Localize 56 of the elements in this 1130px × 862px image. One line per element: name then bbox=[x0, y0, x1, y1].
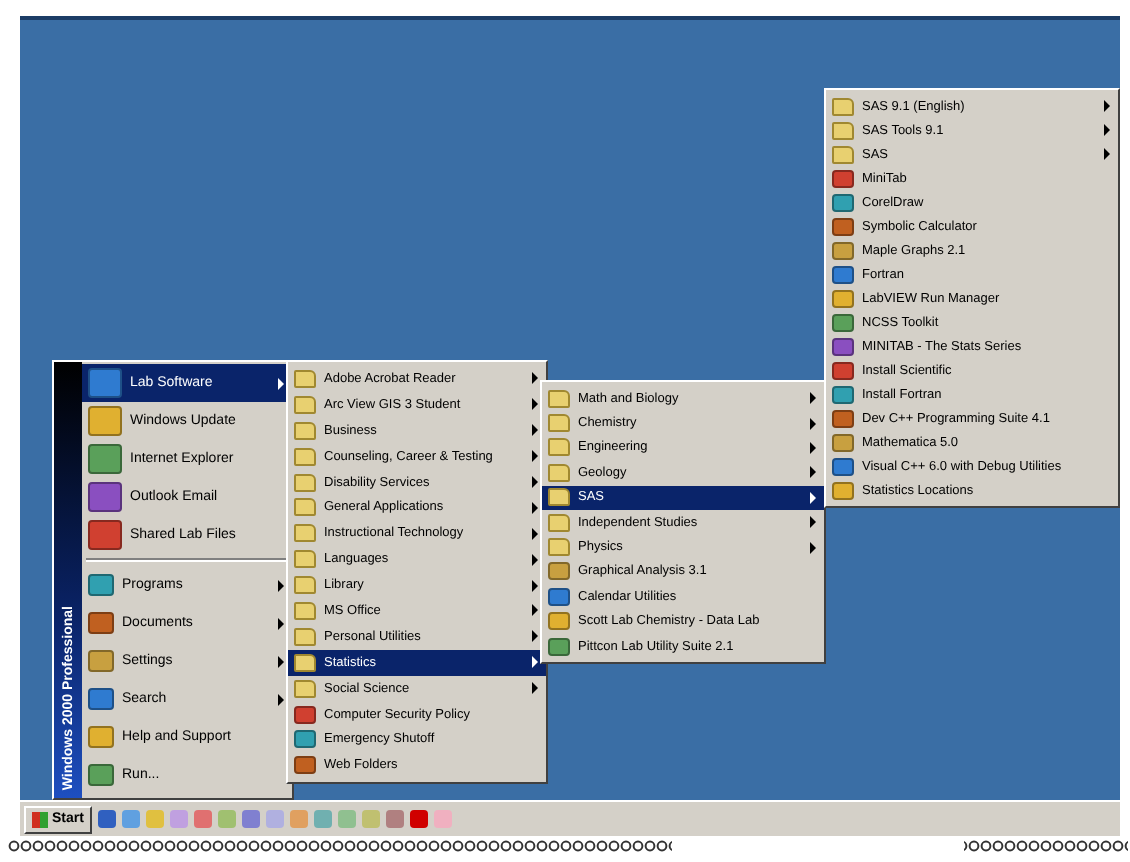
folder-icon bbox=[294, 447, 316, 466]
app-icon bbox=[832, 385, 854, 403]
app-icon bbox=[832, 313, 854, 331]
app-icon bbox=[294, 730, 316, 749]
folder-icon bbox=[548, 513, 570, 532]
folder-icon bbox=[294, 550, 316, 569]
folder-icon bbox=[294, 524, 316, 543]
folder-icon bbox=[548, 414, 570, 433]
app-icon bbox=[832, 337, 854, 355]
folder-icon bbox=[832, 145, 854, 163]
app-icon bbox=[88, 726, 114, 748]
folder-icon bbox=[294, 601, 316, 620]
app-icon bbox=[832, 265, 854, 283]
folder-icon bbox=[832, 121, 854, 139]
folder-icon bbox=[548, 463, 570, 482]
app-icon bbox=[832, 433, 854, 451]
folder-icon bbox=[548, 538, 570, 557]
app-icon bbox=[548, 587, 570, 606]
app-icon bbox=[832, 481, 854, 499]
app-icon bbox=[88, 688, 114, 710]
folder-icon bbox=[294, 679, 316, 698]
folder-icon bbox=[548, 488, 570, 507]
app-icon bbox=[832, 193, 854, 211]
folder-icon bbox=[294, 395, 316, 414]
app-icon bbox=[88, 520, 122, 550]
app-icon bbox=[88, 650, 114, 672]
folder-icon bbox=[294, 421, 316, 440]
app-icon bbox=[548, 612, 570, 631]
folder-icon bbox=[548, 438, 570, 457]
app-icon bbox=[88, 612, 114, 634]
folder-icon bbox=[294, 498, 316, 517]
app-icon bbox=[832, 169, 854, 187]
app-icon bbox=[294, 756, 316, 775]
app-icon bbox=[88, 574, 114, 596]
folder-icon bbox=[832, 97, 854, 115]
app-icon bbox=[832, 241, 854, 259]
app-icon bbox=[88, 368, 122, 398]
app-icon bbox=[88, 764, 114, 786]
folder-icon bbox=[294, 653, 316, 672]
app-icon bbox=[832, 457, 854, 475]
app-icon bbox=[294, 705, 316, 724]
app-icon bbox=[548, 562, 570, 581]
app-icon bbox=[88, 406, 122, 436]
folder-icon bbox=[548, 389, 570, 408]
app-icon bbox=[88, 482, 122, 512]
app-icon bbox=[832, 409, 854, 427]
app-icon bbox=[548, 637, 570, 656]
app-icon bbox=[88, 444, 122, 474]
app-icon bbox=[832, 289, 854, 307]
folder-icon bbox=[294, 576, 316, 595]
windows-flag-icon bbox=[32, 811, 48, 827]
app-icon bbox=[832, 361, 854, 379]
folder-icon bbox=[294, 473, 316, 491]
folder-icon bbox=[294, 627, 316, 646]
folder-icon bbox=[294, 369, 316, 388]
app-icon bbox=[832, 217, 854, 235]
